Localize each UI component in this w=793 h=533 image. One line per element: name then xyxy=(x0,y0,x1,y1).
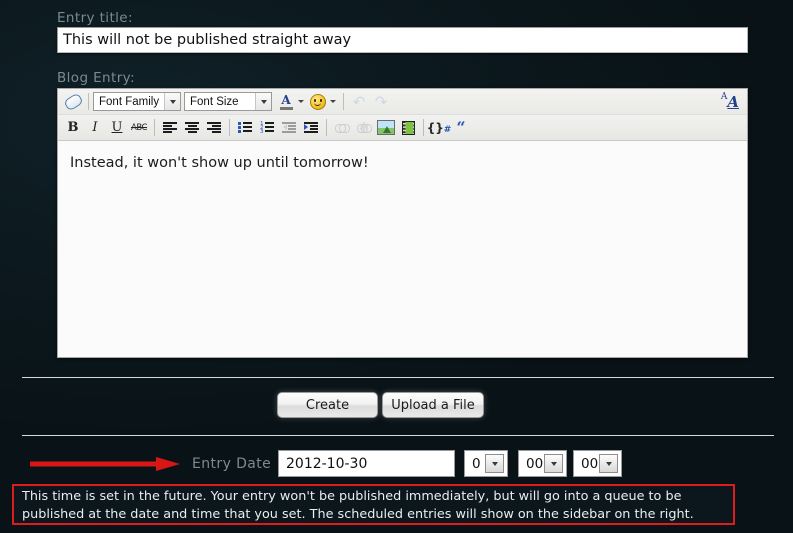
entry-date-label: Entry Date xyxy=(192,456,272,472)
chevron-down-icon xyxy=(599,454,618,473)
numbered-list-icon[interactable]: 123 xyxy=(256,117,278,138)
insert-code-icon[interactable]: {} # xyxy=(427,117,452,138)
toolbar-separator xyxy=(229,119,230,136)
align-right-icon[interactable] xyxy=(203,117,225,138)
redo-icon[interactable]: ↷ xyxy=(370,91,392,112)
editor-content-area[interactable]: Instead, it won't show up until tomorrow… xyxy=(58,141,747,357)
align-left-icon[interactable] xyxy=(159,117,181,138)
entry-date-value: 2012-10-30 xyxy=(286,455,368,472)
toolbar-separator xyxy=(423,119,424,136)
editor-toolbar-row-2: B I U ABC 123 ✱ {} # “ xyxy=(58,115,747,141)
toolbar-separator xyxy=(88,93,89,110)
link-icon[interactable] xyxy=(331,117,353,138)
schedule-warning-message: This time is set in the future. Your ent… xyxy=(12,484,735,525)
font-family-select[interactable]: Font Family xyxy=(93,92,181,111)
toggle-editor-icon[interactable]: AA xyxy=(721,92,739,111)
chevron-down-icon xyxy=(255,93,271,110)
outdent-icon[interactable] xyxy=(278,117,300,138)
divider-top xyxy=(22,377,774,378)
undo-icon[interactable]: ↶ xyxy=(348,91,370,112)
editor-toolbar-row-1: Font Family Font Size A ↶ ↷ AA xyxy=(58,89,747,115)
chevron-down-icon xyxy=(485,454,504,473)
chevron-down-icon xyxy=(164,93,180,110)
entry-title-input[interactable]: This will not be published straight away xyxy=(57,27,748,53)
underline-button[interactable]: U xyxy=(106,117,128,138)
font-size-select[interactable]: Font Size xyxy=(184,92,272,111)
font-size-value: Font Size xyxy=(190,95,239,108)
chevron-down-icon[interactable] xyxy=(330,100,336,103)
chevron-down-icon xyxy=(544,454,563,473)
second-select[interactable]: 00 xyxy=(573,450,622,477)
minute-value: 00 xyxy=(526,455,544,472)
red-arrow-annotation xyxy=(30,457,180,471)
entry-title-label: Entry title: xyxy=(57,10,133,26)
smiley-icon[interactable] xyxy=(307,91,329,112)
toolbar-separator xyxy=(343,93,344,110)
insert-image-icon[interactable] xyxy=(375,117,397,138)
blog-entry-form-page: Entry title: This will not be published … xyxy=(0,0,793,533)
strikethrough-button[interactable]: ABC xyxy=(128,117,150,138)
entry-date-input[interactable]: 2012-10-30 xyxy=(278,450,455,477)
align-center-icon[interactable] xyxy=(181,117,203,138)
font-family-value: Font Family xyxy=(99,95,160,108)
italic-button[interactable]: I xyxy=(84,117,106,138)
second-value: 00 xyxy=(581,455,599,472)
blog-entry-label: Blog Entry: xyxy=(57,70,136,86)
indent-icon[interactable] xyxy=(300,117,322,138)
bullet-list-icon[interactable] xyxy=(234,117,256,138)
schedule-warning-text: This time is set in the future. Your ent… xyxy=(22,489,694,522)
text-color-icon[interactable]: A xyxy=(275,91,297,112)
minute-select[interactable]: 00 xyxy=(518,450,567,477)
bold-button[interactable]: B xyxy=(62,117,84,138)
chevron-down-icon[interactable] xyxy=(298,100,304,103)
eraser-icon[interactable] xyxy=(62,91,84,112)
rich-text-editor[interactable]: Font Family Font Size A ↶ ↷ AA B I U ABC… xyxy=(57,88,748,358)
entry-title-value: This will not be published straight away xyxy=(63,32,352,48)
blockquote-icon[interactable]: “ xyxy=(450,117,472,138)
toolbar-separator xyxy=(326,119,327,136)
hour-value: 0 xyxy=(472,455,481,472)
toolbar-separator xyxy=(154,119,155,136)
upload-file-button[interactable]: Upload a File xyxy=(382,392,484,418)
insert-media-icon[interactable] xyxy=(397,117,419,138)
divider-bottom xyxy=(22,435,774,436)
hour-select[interactable]: 0 xyxy=(464,450,508,477)
editor-body-text: Instead, it won't show up until tomorrow… xyxy=(70,155,369,171)
create-button[interactable]: Create xyxy=(277,392,378,418)
unlink-icon[interactable]: ✱ xyxy=(353,117,375,138)
